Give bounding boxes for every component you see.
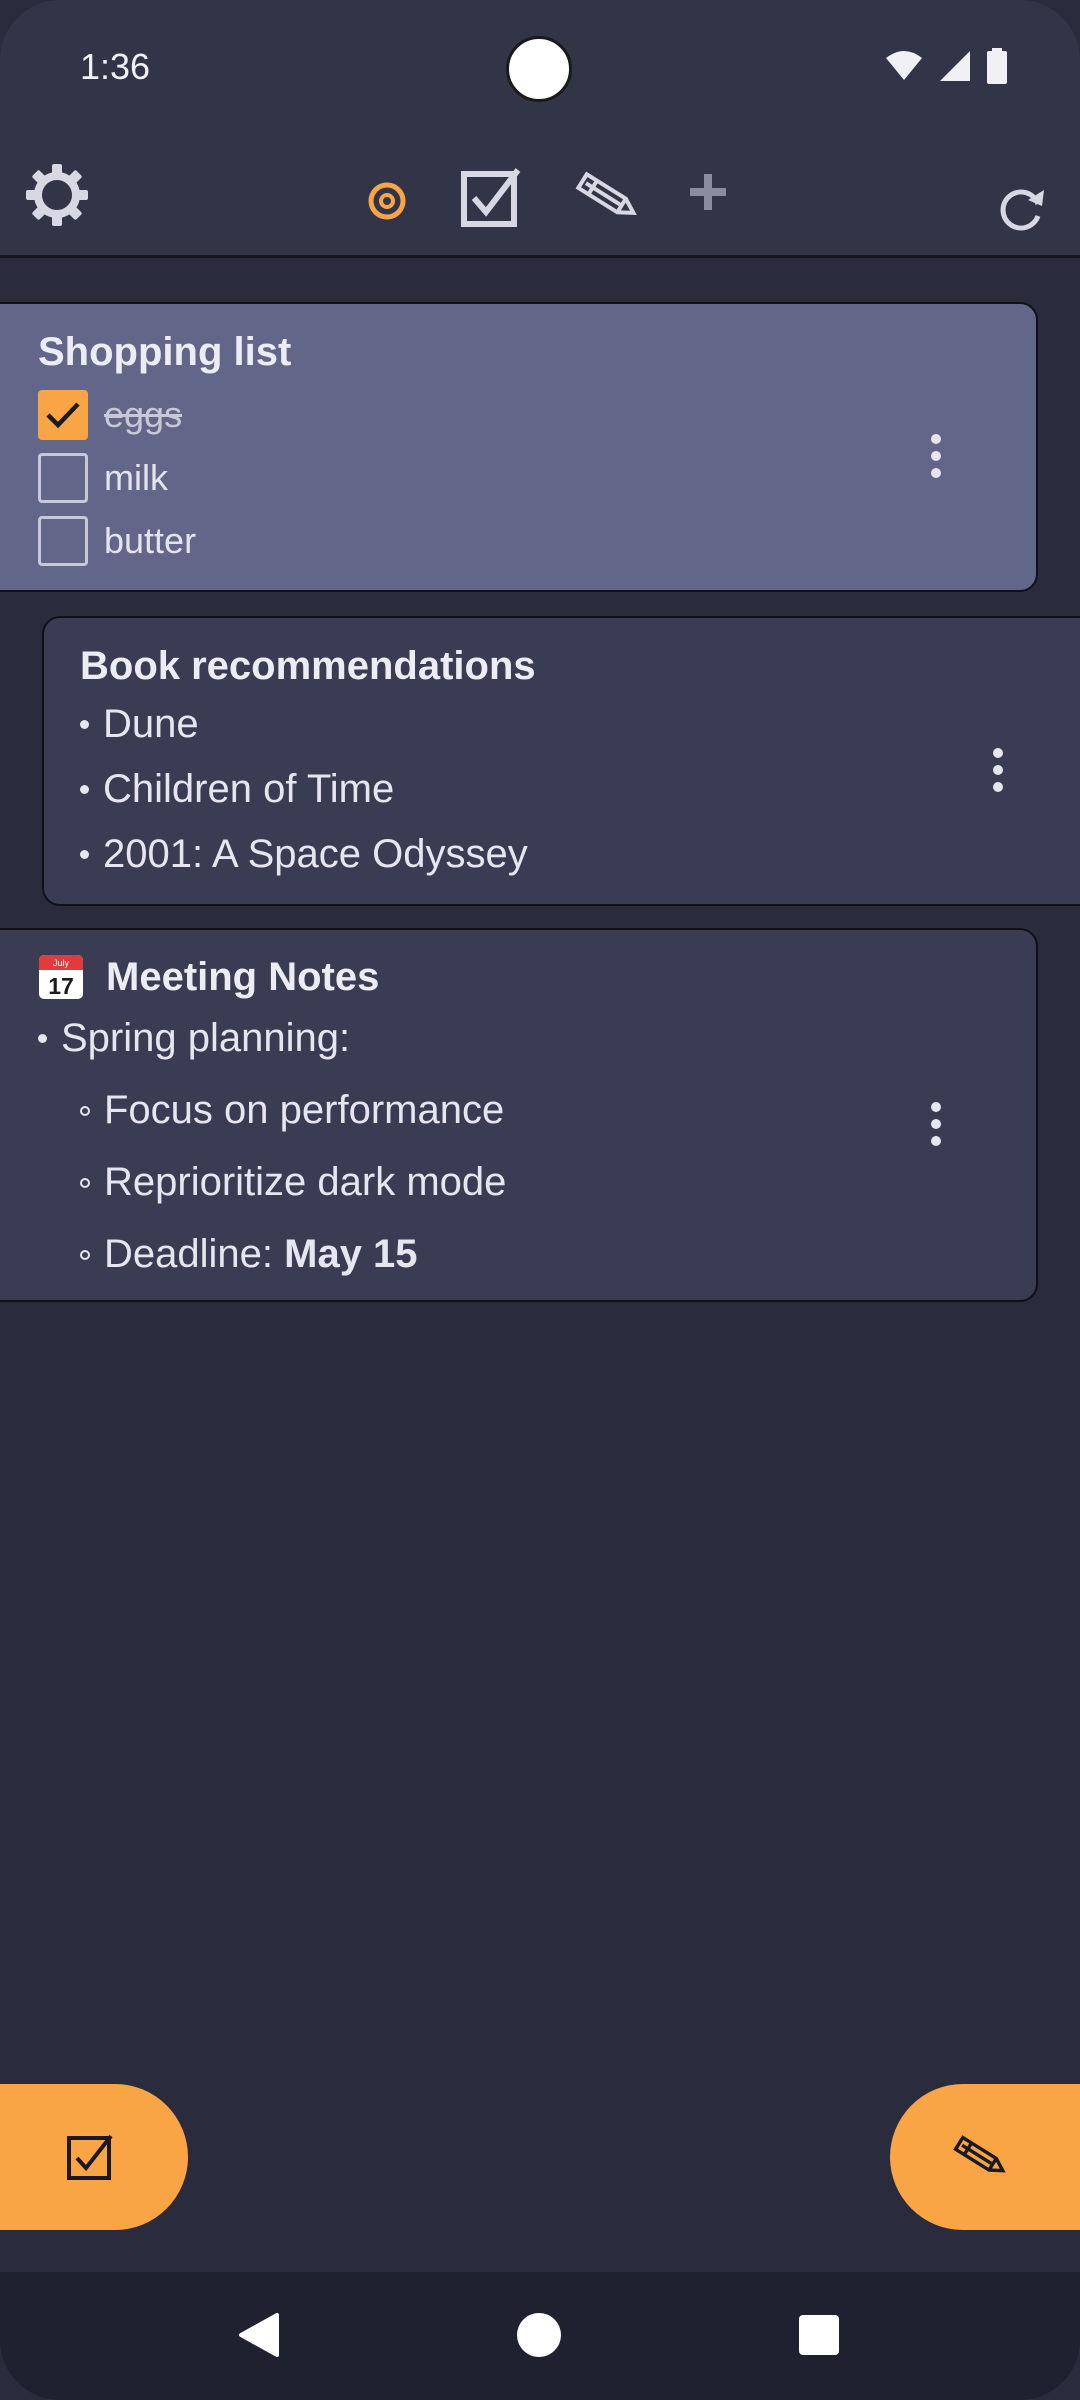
top-toolbar <box>0 136 1080 258</box>
sub-list-item: Deadline: May 15 <box>80 1232 418 1277</box>
list-item: Dune <box>80 702 199 747</box>
checklist-item[interactable]: eggs <box>38 390 182 440</box>
deadline-text: Deadline: May 15 <box>104 1232 418 1277</box>
note-menu-button[interactable] <box>924 434 948 478</box>
item-checkbox[interactable] <box>38 453 88 503</box>
back-triangle-icon <box>239 2313 279 2357</box>
checkmark-icon <box>46 402 80 429</box>
status-icons <box>884 48 1008 84</box>
bullet <box>80 850 89 859</box>
checklist-item[interactable]: butter <box>38 516 196 566</box>
bullet <box>80 785 89 794</box>
new-note-fab[interactable] <box>890 2084 1080 2230</box>
sub-bullet <box>80 1177 90 1188</box>
calendar-day: 17 <box>48 973 74 999</box>
item-checkbox[interactable] <box>38 516 88 566</box>
sub-list-item: Focus on performance <box>80 1088 504 1133</box>
sub-bullet <box>80 1105 90 1116</box>
sub-bullet <box>80 1249 90 1260</box>
note-card-book-recommendations[interactable]: Book recommendations Dune Children of Ti… <box>42 616 1080 906</box>
home-circle-icon <box>517 2313 561 2357</box>
note-title-row: July 17 Meeting Notes <box>38 954 379 1000</box>
recents-square-icon <box>799 2315 839 2355</box>
recents-button[interactable] <box>786 2302 852 2368</box>
wifi-icon <box>886 51 922 80</box>
sync-button[interactable] <box>990 178 1052 240</box>
list-item: Children of Time <box>80 767 394 812</box>
list-item: 2001: A Space Odyssey <box>80 832 528 877</box>
filter-notes-button[interactable] <box>570 162 646 232</box>
app-screen: 1:36 Shopping list eggs milk butter Book… <box>0 0 1080 2400</box>
cell-signal-icon <box>940 51 970 81</box>
note-card-meeting-notes[interactable]: July 17 Meeting Notes Spring planning: F… <box>0 928 1038 1302</box>
gear-icon <box>26 164 88 226</box>
item-label: butter <box>104 520 197 561</box>
home-button[interactable] <box>506 2302 572 2368</box>
refresh-icon <box>1000 189 1044 231</box>
note-card-shopping-list[interactable]: Shopping list eggs milk butter <box>0 302 1038 592</box>
note-menu-button[interactable] <box>986 748 1010 792</box>
status-bar: 1:36 <box>0 0 1080 136</box>
camera-cutout <box>506 36 572 102</box>
item-label: milk <box>104 457 168 498</box>
checkbox-icon <box>461 168 521 227</box>
sub-list-item: Reprioritize dark mode <box>80 1160 506 1205</box>
settings-button[interactable] <box>20 158 94 232</box>
back-button[interactable] <box>226 2302 292 2368</box>
pencil-icon <box>575 171 637 216</box>
item-checkbox[interactable] <box>38 390 88 440</box>
add-filter-button[interactable] <box>684 168 732 216</box>
checkbox-icon <box>67 2134 113 2180</box>
calendar-month: July <box>53 958 70 968</box>
deadline-value: May 15 <box>284 1232 418 1276</box>
note-title: Shopping list <box>38 330 292 374</box>
system-nav-bar <box>0 2272 1080 2400</box>
note-title: Book recommendations <box>80 644 536 688</box>
plus-icon <box>690 174 726 210</box>
pencil-icon <box>953 2135 1006 2173</box>
note-menu-button[interactable] <box>924 1102 948 1146</box>
checklist-item[interactable]: milk <box>38 453 168 503</box>
calendar-icon: July 17 <box>39 955 83 999</box>
battery-icon <box>987 48 1007 84</box>
target-icon <box>368 182 406 220</box>
new-checklist-fab[interactable] <box>0 2084 188 2230</box>
deadline-label: Deadline: <box>104 1232 285 1276</box>
bullet <box>38 1034 47 1043</box>
item-label: eggs <box>104 394 183 435</box>
filter-all-button[interactable] <box>362 176 412 226</box>
list-item: Spring planning: <box>38 1016 350 1061</box>
bullet <box>80 720 89 729</box>
filter-checklists-button[interactable] <box>456 162 526 232</box>
status-time: 1:36 <box>80 46 151 87</box>
note-title: Meeting Notes <box>106 954 380 999</box>
